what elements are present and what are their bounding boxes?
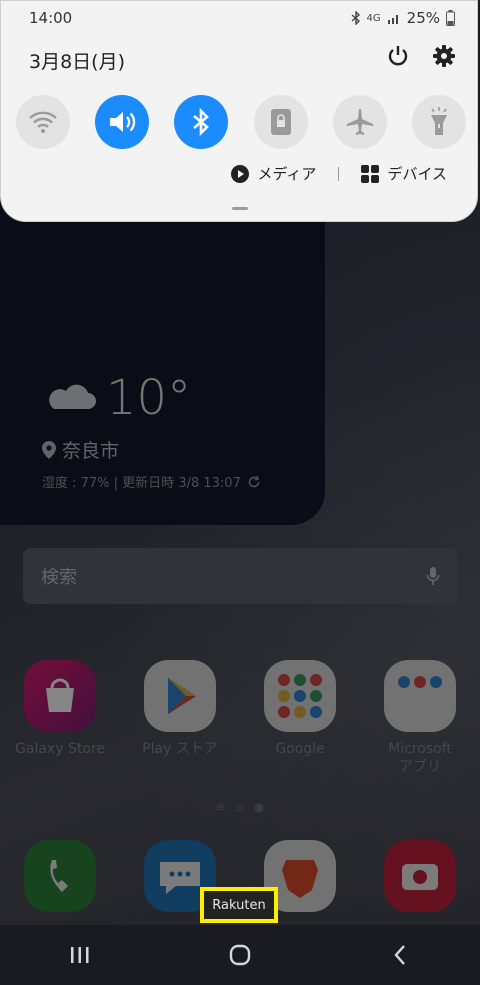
toggle-rotation-lock[interactable] (253, 95, 308, 149)
power-icon[interactable] (387, 45, 409, 67)
toggle-airplane[interactable] (332, 95, 387, 149)
media-label: メディア (257, 165, 317, 183)
battery-percent: 25% (406, 9, 440, 27)
battery-icon (446, 10, 455, 26)
panel-date: 3月8日(月) (29, 51, 126, 73)
media-button[interactable]: メディア (231, 163, 316, 184)
home-icon (229, 944, 251, 966)
panel-drag-handle[interactable] (232, 207, 248, 210)
status-bar: 14:00 4G 25% (1, 1, 479, 35)
navigation-bar (0, 925, 480, 985)
bluetooth-icon (193, 108, 210, 136)
recent-apps-button[interactable] (50, 935, 110, 975)
devices-label: デバイス (387, 165, 447, 183)
lock-icon (270, 109, 291, 135)
quick-panel[interactable]: 14:00 4G 25% 3月8日(月) メディア デバイス (0, 0, 478, 222)
toggle-flashlight[interactable] (411, 95, 466, 149)
back-icon (394, 945, 405, 965)
quick-toggles (16, 95, 466, 149)
devices-button[interactable]: デバイス (361, 163, 447, 184)
divider (338, 166, 340, 181)
flashlight-icon (430, 107, 447, 135)
signal-icon (387, 15, 398, 24)
devices-grid-icon (361, 164, 380, 183)
recent-apps-icon (71, 947, 89, 963)
bluetooth-status-icon (351, 11, 360, 25)
airplane-icon (346, 109, 373, 135)
speaker-icon (110, 112, 136, 132)
home-button[interactable] (210, 935, 270, 975)
settings-gear-icon[interactable] (433, 45, 455, 67)
back-button[interactable] (370, 935, 430, 975)
toggle-bluetooth[interactable] (174, 95, 229, 149)
play-icon (231, 164, 250, 183)
network-type: 4G (366, 12, 381, 24)
rakuten-tooltip: Rakuten (200, 887, 278, 923)
toggle-sound[interactable] (95, 95, 150, 149)
wifi-icon (29, 111, 57, 133)
toggle-wifi[interactable] (16, 95, 70, 149)
status-time: 14:00 (29, 9, 73, 27)
